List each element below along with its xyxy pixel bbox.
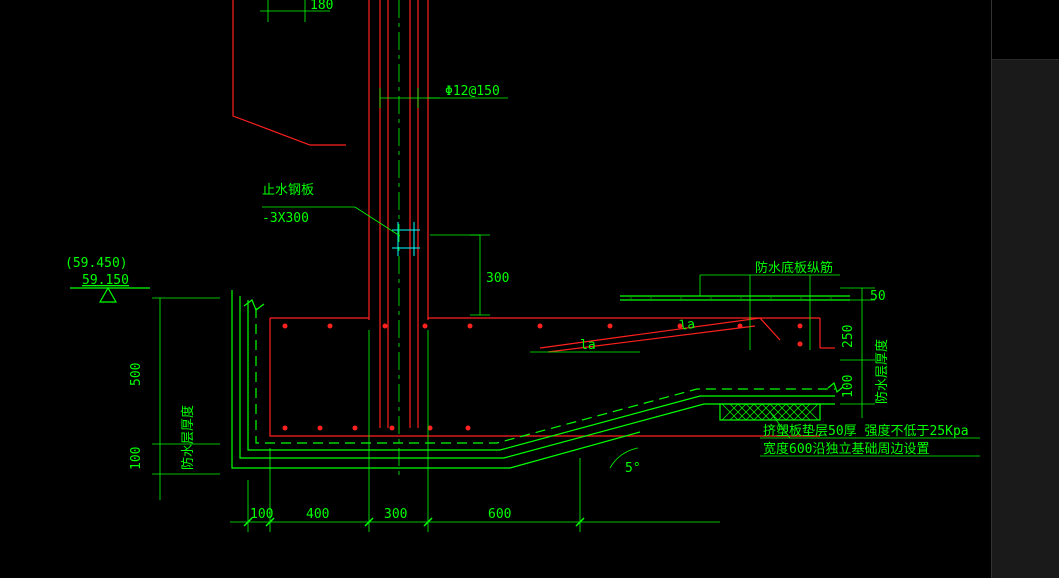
waterproof-layers (232, 290, 843, 468)
vnote-left-text: 防水层厚度 (180, 405, 196, 470)
drawing-svg: 180 Φ12@150 止水钢板 -3X300 (59.450) 59.150 (0, 0, 1059, 578)
db-600-text: 600 (488, 507, 511, 522)
dims-left-vertical: 500 100 防水层厚度 (129, 298, 220, 500)
footing-left-bottom (270, 318, 820, 436)
db-300-text: 300 (384, 507, 407, 522)
dim-300-vertical: 300 (430, 235, 509, 315)
note-bottom-slab-rebar: 防水底板纵筋 (700, 260, 840, 350)
db-100-text: 100 (250, 507, 273, 522)
bottom-note-text: 防水底板纵筋 (755, 260, 833, 276)
waterstop-leader: 止水钢板 -3X300 (262, 183, 400, 236)
rebar-dots (283, 324, 803, 431)
dims-right-vertical: 50 250 100 防水层厚度 (840, 288, 890, 418)
dim-250-text: 250 (841, 325, 856, 348)
elevation-marker: (59.450) 59.150 (65, 256, 150, 302)
vnote-right-text: 防水层厚度 (874, 339, 890, 404)
note-line2-text: 宽度600沿独立基础周边设置 (763, 441, 929, 457)
angle-marker: 5° (610, 448, 641, 476)
note-line1-text: 挤塑板垫层50厚 强度不低于25Kpa (763, 423, 969, 439)
right-sidebar (991, 0, 1059, 578)
rebar-spec-text: Φ12@150 (445, 84, 500, 99)
dim-180-text: 180 (310, 0, 333, 13)
dim-50-text: 50 (870, 289, 886, 304)
dim-180: 180 (260, 0, 333, 22)
la1-text: la (580, 338, 596, 353)
sidebar-preview (992, 0, 1059, 60)
angle-text: 5° (625, 461, 641, 476)
cad-viewport[interactable]: 180 Φ12@150 止水钢板 -3X300 (59.450) 59.150 (0, 0, 1059, 578)
dims-bottom-chain: 100 400 300 600 (230, 330, 720, 532)
diag-rebar-1 (540, 318, 780, 348)
elev-paren-text: (59.450) (65, 256, 128, 271)
waterstop-plate-symbol (392, 222, 420, 256)
la2-text: la (678, 317, 696, 334)
slab-right (620, 296, 850, 300)
elev-under-text: 59.150 (82, 273, 129, 288)
dim-500-text: 500 (129, 363, 144, 386)
dim-300v-text: 300 (486, 271, 509, 286)
dim-100v-text: 100 (129, 447, 144, 470)
dim-100r-text: 100 (841, 375, 856, 398)
waterstop-title-text: 止水钢板 (262, 183, 314, 198)
la-labels: la la (530, 317, 696, 353)
db-400-text: 400 (306, 507, 329, 522)
upper-left-wall-outline (233, 0, 346, 145)
waterstop-size-text: -3X300 (262, 211, 309, 226)
